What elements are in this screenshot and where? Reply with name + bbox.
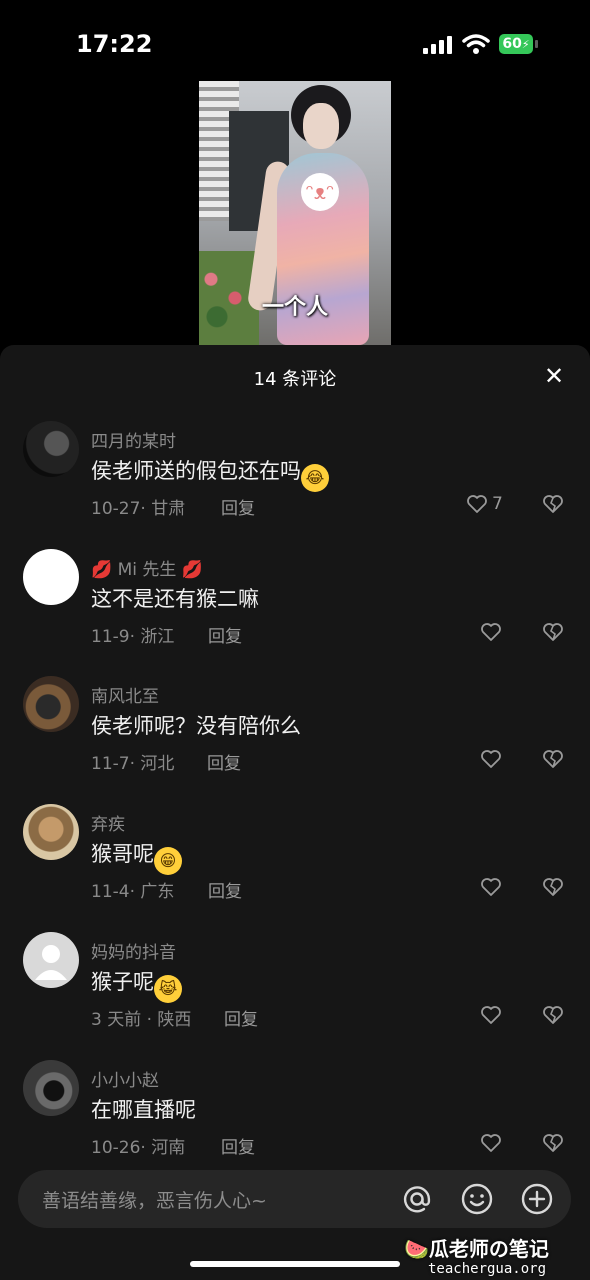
avatar[interactable] bbox=[23, 676, 79, 732]
watermark-title: 🍉瓜老师の笔记 bbox=[404, 1233, 549, 1262]
comment-date-location: 10-26· 河南 bbox=[91, 1138, 186, 1158]
comments-panel: 14 条评论 ✕ 四月的某时 侯老师送的假包还在吗 😂 10-27· 甘肃 回复 … bbox=[0, 345, 590, 1280]
battery-level: 60 bbox=[502, 36, 522, 52]
comment-text: 猴子呢 😹 bbox=[91, 966, 182, 1003]
watermark-url: teachergua.org bbox=[428, 1261, 547, 1277]
comment-text: 猴哥呢 😁 bbox=[91, 838, 182, 875]
reply-button[interactable]: 回复 bbox=[208, 622, 242, 647]
grin-emoji-icon: 😁 bbox=[154, 847, 182, 875]
comment-input-bar[interactable]: 善语结善缘，恶言伤人心~ bbox=[18, 1170, 571, 1228]
avatar[interactable] bbox=[23, 804, 79, 860]
comment-input-placeholder[interactable]: 善语结善缘，恶言伤人心~ bbox=[42, 1186, 267, 1213]
like-button[interactable] bbox=[480, 621, 502, 643]
heart-icon bbox=[481, 878, 501, 896]
like-button[interactable] bbox=[480, 748, 502, 770]
broken-heart-icon[interactable] bbox=[542, 493, 564, 515]
comment-date-location: 11-4· 广东 bbox=[91, 882, 175, 902]
like-button[interactable] bbox=[480, 1132, 502, 1154]
comment-text: 侯老师送的假包还在吗 😂 bbox=[91, 455, 329, 492]
broken-heart-icon[interactable] bbox=[542, 621, 564, 643]
broken-heart-icon[interactable] bbox=[542, 1004, 564, 1026]
watermark-title-text: 瓜老师の笔记 bbox=[428, 1237, 549, 1261]
avatar[interactable] bbox=[23, 421, 79, 477]
broken-heart-icon[interactable] bbox=[542, 1132, 564, 1154]
video-person-face bbox=[303, 103, 339, 149]
wifi-icon bbox=[462, 34, 490, 54]
comment-text-content: 猴子呢 bbox=[91, 970, 154, 994]
heart-icon bbox=[467, 495, 487, 513]
reply-button[interactable]: 回复 bbox=[221, 494, 255, 519]
comment-item: 南风北至 侯老师呢？没有陪你么 11-7· 河北 回复 bbox=[0, 676, 590, 804]
reply-button[interactable]: 回复 bbox=[221, 1133, 255, 1158]
like-button[interactable] bbox=[480, 1004, 502, 1026]
reply-button[interactable]: 回复 bbox=[208, 877, 242, 902]
like-button[interactable]: 7 bbox=[466, 493, 503, 515]
close-icon[interactable]: ✕ bbox=[540, 362, 568, 390]
status-bar: 17:22 60⚡ bbox=[0, 0, 590, 80]
comment-item: 小小小赵 在哪直播呢 10-26· 河南 回复 bbox=[0, 1060, 590, 1188]
comment-text: 侯老师呢？没有陪你么 bbox=[91, 714, 301, 738]
rofl-emoji-icon: 😂 bbox=[301, 464, 329, 492]
comment-username[interactable]: 弃疾 bbox=[91, 810, 125, 835]
comment-text-content: 猴哥呢 bbox=[91, 842, 154, 866]
comment-text: 这不是还有猴二嘛 bbox=[91, 587, 259, 611]
comment-date-location: 3 天前 · 陕西 bbox=[91, 1010, 192, 1030]
comment-text: 在哪直播呢 bbox=[91, 1098, 196, 1122]
broken-heart-icon[interactable] bbox=[542, 748, 564, 770]
watermelon-icon: 🍉 bbox=[404, 1237, 429, 1261]
video-caption: 一个人 bbox=[261, 295, 328, 320]
emoji-icon[interactable] bbox=[458, 1180, 496, 1218]
plus-icon[interactable] bbox=[518, 1180, 556, 1218]
comment-username[interactable]: 小小小赵 bbox=[91, 1066, 159, 1091]
reply-button[interactable]: 回复 bbox=[224, 1005, 258, 1030]
home-indicator[interactable] bbox=[190, 1261, 400, 1267]
comment-username[interactable]: 南风北至 bbox=[91, 682, 159, 707]
heart-icon bbox=[481, 1134, 501, 1152]
comment-text-content: 侯老师送的假包还在吗 bbox=[91, 459, 301, 483]
reply-button[interactable]: 回复 bbox=[207, 749, 241, 774]
comment-username[interactable]: 妈妈的抖音 bbox=[91, 938, 176, 963]
avatar[interactable] bbox=[23, 549, 79, 605]
comment-username[interactable]: 💋 Mi 先生 💋 bbox=[91, 555, 203, 580]
avatar[interactable] bbox=[23, 1060, 79, 1116]
comments-count-title: 14 条评论 bbox=[253, 369, 337, 390]
heart-icon bbox=[481, 623, 501, 641]
like-button[interactable] bbox=[480, 876, 502, 898]
video-thumbnail[interactable]: ᵔᴥᵔ 一个人 bbox=[199, 81, 391, 345]
avatar[interactable] bbox=[23, 932, 79, 988]
default-avatar-icon bbox=[35, 945, 67, 980]
comment-date-location: 11-7· 河北 bbox=[91, 754, 175, 774]
joy-emoji-icon: 😹 bbox=[154, 975, 182, 1003]
signal-icon bbox=[423, 36, 453, 54]
broken-heart-icon[interactable] bbox=[542, 876, 564, 898]
like-count: 7 bbox=[492, 494, 503, 514]
battery-tip bbox=[535, 40, 538, 48]
battery-icon: 60⚡ bbox=[499, 34, 533, 54]
comment-username[interactable]: 四月的某时 bbox=[91, 427, 176, 452]
comment-item: 四月的某时 侯老师送的假包还在吗 😂 10-27· 甘肃 回复 7 bbox=[0, 421, 590, 549]
heart-icon bbox=[481, 1006, 501, 1024]
sticker-icon: ᵔᴥᵔ bbox=[301, 173, 339, 211]
comment-date-location: 10-27· 甘肃 bbox=[91, 499, 186, 519]
comment-item: 弃疾 猴哥呢 😁 11-4· 广东 回复 bbox=[0, 804, 590, 932]
comment-item: 💋 Mi 先生 💋 这不是还有猴二嘛 11-9· 浙江 回复 bbox=[0, 549, 590, 677]
comment-date-location: 11-9· 浙江 bbox=[91, 627, 175, 647]
comment-item: 妈妈的抖音 猴子呢 😹 3 天前 · 陕西 回复 bbox=[0, 932, 590, 1060]
at-icon[interactable] bbox=[398, 1180, 436, 1218]
status-time: 17:22 bbox=[76, 30, 153, 58]
heart-icon bbox=[481, 750, 501, 768]
